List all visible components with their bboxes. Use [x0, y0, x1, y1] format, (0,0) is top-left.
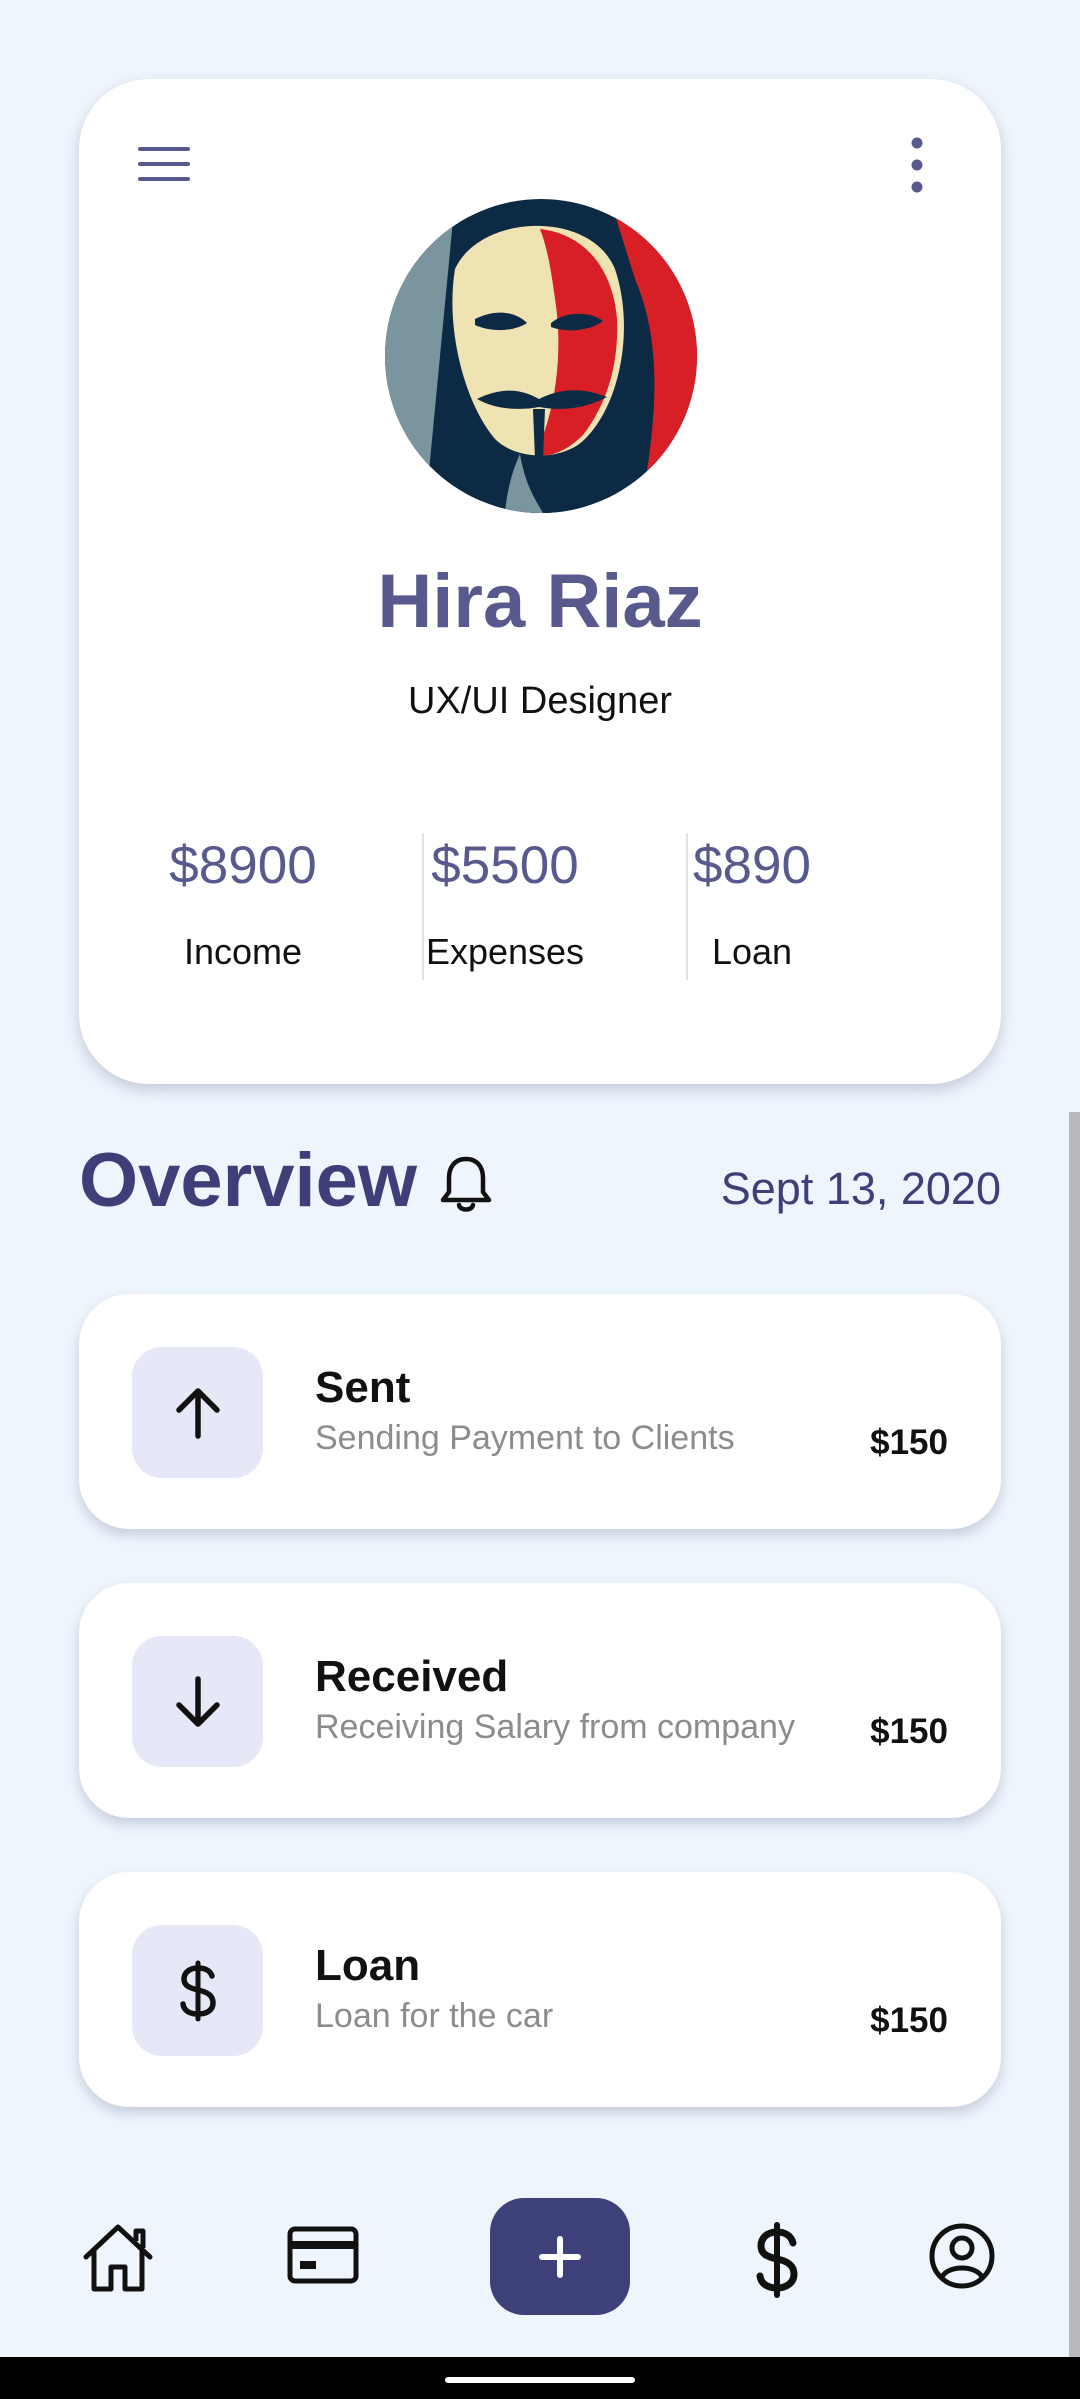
more-options-icon[interactable] [889, 135, 945, 195]
stat-value: $5500 [431, 836, 579, 895]
stat-expenses: $5500 Expenses [375, 839, 635, 970]
transaction-amount: $150 [870, 2001, 948, 2040]
stat-label: Income [183, 931, 303, 972]
avatar[interactable] [385, 199, 697, 513]
dollar-icon[interactable] [752, 2220, 802, 2300]
card-icon[interactable] [286, 2224, 360, 2286]
arrow-up-icon [132, 1347, 263, 1478]
bell-icon[interactable] [438, 1154, 494, 1216]
add-button[interactable] [490, 2198, 630, 2315]
stat-income: $8900 Income [113, 839, 373, 970]
transaction-amount: $150 [870, 1712, 948, 1751]
transaction-subtitle: Sending Payment to Clients [315, 1419, 735, 1457]
transaction-subtitle: Receiving Salary from company [315, 1708, 795, 1746]
overview-title: Overview [79, 1138, 417, 1223]
stat-value: $890 [693, 836, 811, 895]
transaction-title: Received [315, 1652, 509, 1701]
plus-icon [539, 2235, 581, 2278]
dollar-icon [132, 1925, 263, 2056]
profile-name: Hira Riaz [377, 559, 703, 644]
transaction-card-loan[interactable]: Loan Loan for the car $150 [79, 1872, 1001, 2107]
stat-label: Loan [711, 931, 793, 972]
home-gesture-handle[interactable] [445, 2377, 635, 2383]
transaction-card-sent[interactable]: Sent Sending Payment to Clients $150 [79, 1294, 1001, 1529]
transaction-title: Loan [315, 1941, 421, 1990]
overview-date: Sept 13, 2020 [720, 1163, 1001, 1214]
profile-icon[interactable] [928, 2222, 996, 2290]
transaction-card-received[interactable]: Received Receiving Salary from company $… [79, 1583, 1001, 1818]
transaction-amount: $150 [870, 1423, 948, 1462]
profile-role: UX/UI Designer [408, 680, 672, 722]
transaction-title: Sent [315, 1363, 411, 1412]
arrow-down-icon [132, 1636, 263, 1767]
menu-icon[interactable] [135, 139, 195, 189]
stat-label: Expenses [425, 931, 585, 972]
profile-card: Hira Riaz UX/UI Designer $8900 Income $5… [79, 79, 1001, 1084]
home-icon[interactable] [78, 2218, 158, 2296]
stat-value: $8900 [169, 836, 317, 895]
transaction-subtitle: Loan for the car [315, 1997, 554, 2035]
scrollbar[interactable] [1069, 1112, 1080, 2357]
stat-loan: $890 Loan [622, 839, 882, 970]
